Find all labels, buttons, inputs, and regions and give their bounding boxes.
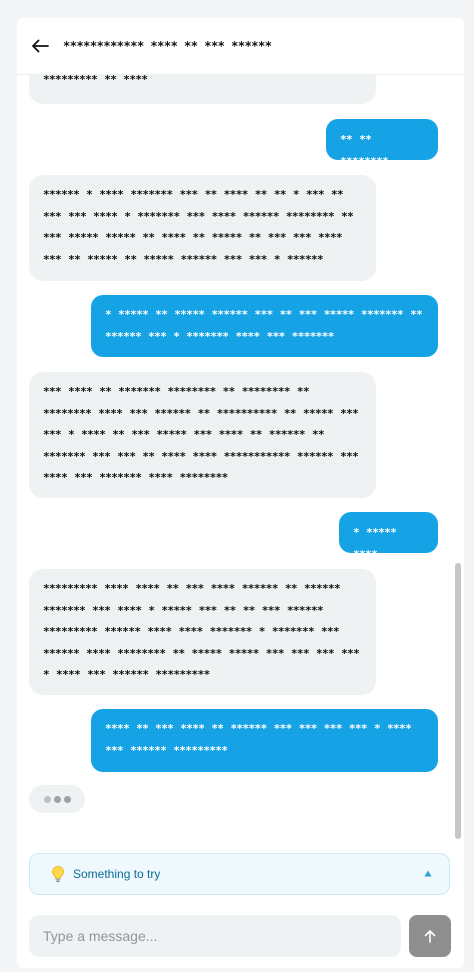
bot-message: ********* **** **** ** *** **** ****** *… <box>29 569 376 695</box>
chat-header: ************ **** ** *** ****** <box>17 18 464 75</box>
user-message: * ***** ** ***** ****** *** ** *** *****… <box>91 295 438 357</box>
lightbulb-icon <box>50 865 66 883</box>
user-message: ** ** ******** <box>326 119 438 168</box>
back-button[interactable] <box>29 35 51 57</box>
user-message: **** ** *** **** ** ****** *** *** *** *… <box>91 709 438 772</box>
typing-dots-icon <box>43 795 51 803</box>
suggestions-label: Something to try <box>73 867 161 881</box>
page: ************ **** ** *** ****** ********… <box>0 0 474 972</box>
chat-panel: ************ **** ** *** ****** ********… <box>17 18 464 968</box>
typing-dots-icon <box>63 795 71 803</box>
bot-message: ********* ** **** <box>29 75 376 104</box>
typing-dots-icon <box>53 795 61 803</box>
send-button[interactable] <box>409 915 451 957</box>
arrow-left-icon <box>32 39 49 53</box>
triangle-up-icon <box>423 867 433 879</box>
chat-title: ************ **** ** *** ****** <box>63 39 272 53</box>
typing-indicator <box>29 785 85 813</box>
bot-message: ****** * **** ******* *** ** **** ** ** … <box>29 175 376 281</box>
suggestions-toggle[interactable]: Something to try <box>29 853 450 895</box>
bot-message: *** **** ** ******* ******** ** ********… <box>29 372 376 498</box>
message-scrollbar[interactable] <box>455 563 461 839</box>
message-input[interactable] <box>29 915 401 957</box>
user-message: * ***** **** <box>339 512 438 561</box>
message-list[interactable]: ********* ** **** ** ** ******** ****** … <box>17 75 464 843</box>
arrow-up-icon <box>424 930 436 943</box>
